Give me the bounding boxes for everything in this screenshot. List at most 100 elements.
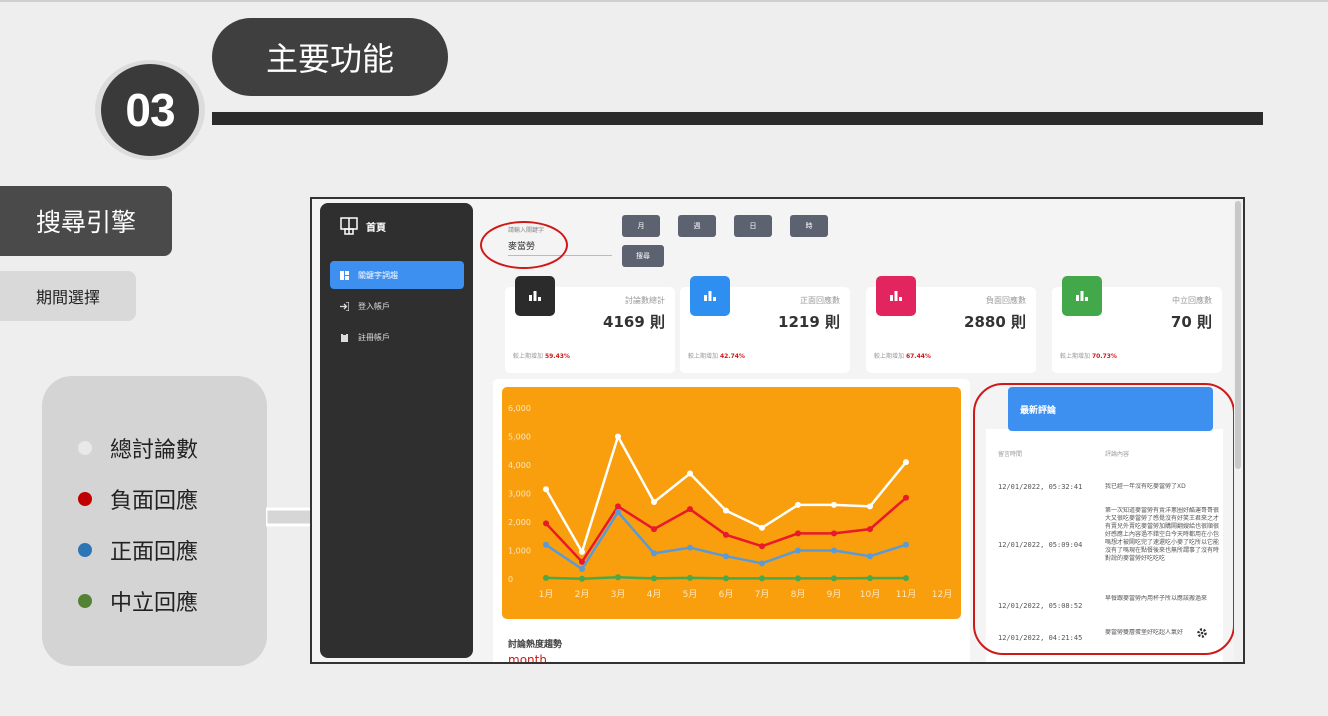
- sidebar-item-login[interactable]: 登入帳戶: [330, 292, 464, 320]
- legend-dot-icon: [78, 441, 92, 455]
- nav-period-select[interactable]: 期間選擇: [0, 271, 136, 321]
- data-point: [759, 560, 765, 567]
- data-point: [723, 507, 729, 514]
- data-point: [867, 553, 873, 560]
- x-tick-label: 1月: [539, 589, 554, 600]
- data-point: [615, 503, 621, 510]
- legend-dot-icon: [78, 594, 92, 608]
- stat-card-total: 討論數總計 4169 則 較上期增加 59.43%: [505, 276, 675, 373]
- stat-value: 4169 則: [603, 313, 665, 331]
- trend-line-chart: 0 1,000 2,000 3,000 4,000 5,000 6,000 1月 2月 3月 4月 5…: [508, 404, 952, 600]
- data-point: [687, 574, 693, 581]
- data-point: [687, 544, 693, 551]
- legend-panel: 總討論數 負面回應 正面回應 中立回應: [42, 376, 267, 666]
- data-point: [867, 503, 873, 510]
- legend-label: 中立回應: [110, 591, 199, 616]
- stat-footer: 較上期增加 59.43%: [513, 353, 570, 360]
- y-tick-label: 0: [508, 575, 513, 584]
- title-underline: [212, 112, 1263, 125]
- data-point: [723, 553, 729, 560]
- data-point: [759, 575, 765, 582]
- section-number: 03: [101, 64, 199, 156]
- stat-card-positive: 正面回應數 1219 則 較上期增加 42.74%: [680, 276, 850, 373]
- sidebar-item-label: 關鍵字詞趨: [358, 270, 398, 280]
- legend-item-positive: 正面回應: [78, 534, 198, 566]
- stat-card-neutral: 中立回應數 70 則 較上期增加 70.73%: [1052, 276, 1222, 373]
- brand-label: 首頁: [366, 222, 386, 234]
- data-point: [759, 543, 765, 550]
- legend-dot-icon: [78, 543, 92, 557]
- chart-caption: 討論熱度趨勢: [508, 640, 563, 650]
- nav-search-engine[interactable]: 搜尋引擎: [0, 186, 172, 256]
- period-day-button[interactable]: 日: [734, 215, 772, 237]
- search-button[interactable]: 搜尋: [622, 245, 664, 267]
- data-point: [795, 530, 801, 537]
- brand[interactable]: 首頁: [340, 217, 386, 235]
- data-point: [651, 550, 657, 557]
- data-point: [759, 524, 765, 531]
- data-point: [615, 574, 621, 581]
- dashboard-screenshot: 首頁 關鍵字詞趨 登入帳戶 註冊帳戶 請輸入關鍵字 麥當勞 月 週 日 時 搜尋…: [310, 197, 1245, 664]
- data-point: [903, 459, 909, 466]
- stat-title: 負面回應數: [986, 296, 1026, 305]
- x-tick-label: 3月: [611, 589, 626, 600]
- x-tick-label: 5月: [683, 589, 698, 600]
- period-week-button[interactable]: 週: [678, 215, 716, 237]
- x-tick-label: 12月: [932, 589, 952, 600]
- data-point: [579, 575, 585, 582]
- sidebar-item-register[interactable]: 註冊帳戶: [330, 323, 464, 351]
- data-point: [543, 541, 549, 548]
- data-point: [831, 501, 837, 508]
- logo-icon: [340, 217, 358, 235]
- chart-area: 0 1,000 2,000 3,000 4,000 5,000 6,000 1月 2月 3月 4月 5…: [502, 387, 961, 619]
- data-point: [831, 575, 837, 582]
- data-point: [903, 541, 909, 548]
- scrollbar[interactable]: [1234, 199, 1242, 662]
- stat-title: 正面回應數: [800, 296, 840, 305]
- data-point: [723, 575, 729, 582]
- legend-dot-icon: [78, 492, 92, 506]
- y-tick-label: 4,000: [508, 461, 531, 470]
- stat-title: 討論數總計: [625, 296, 665, 305]
- sidebar-item-label: 註冊帳戶: [358, 332, 390, 342]
- legend-item-total: 總討論數: [78, 432, 198, 464]
- stat-footer: 較上期增加 70.73%: [1060, 353, 1117, 360]
- data-point: [579, 548, 585, 555]
- legend-label: 總討論數: [110, 438, 199, 463]
- data-point: [867, 575, 873, 582]
- y-tick-label: 3,000: [508, 490, 531, 499]
- data-point: [615, 509, 621, 516]
- register-icon: [341, 332, 348, 342]
- data-point: [543, 574, 549, 581]
- y-tick-label: 6,000: [508, 404, 531, 413]
- x-tick-label: 4月: [647, 589, 662, 600]
- stat-footer: 較上期增加 42.74%: [688, 353, 745, 360]
- stat-footer: 較上期增加 67.44%: [874, 353, 931, 360]
- data-point: [543, 520, 549, 527]
- x-tick-label: 6月: [719, 589, 734, 600]
- data-point: [795, 575, 801, 582]
- data-point: [651, 499, 657, 506]
- data-point: [795, 501, 801, 508]
- stat-value: 70 則: [1170, 313, 1212, 331]
- app-sidebar: 首頁 關鍵字詞趨 登入帳戶 註冊帳戶: [320, 203, 473, 658]
- data-point: [831, 547, 837, 554]
- data-point: [651, 575, 657, 582]
- data-point: [615, 433, 621, 440]
- scrollbar-thumb[interactable]: [1235, 201, 1241, 469]
- period-hour-button[interactable]: 時: [790, 215, 828, 237]
- data-point: [903, 494, 909, 501]
- bar-chart-icon: [515, 276, 555, 316]
- x-tick-label: 10月: [860, 589, 880, 600]
- dashboard-icon: [340, 270, 349, 280]
- stat-value: 2880 則: [964, 313, 1026, 331]
- highlight-circle-search: [480, 221, 568, 269]
- period-month-button[interactable]: 月: [622, 215, 660, 237]
- data-point: [867, 526, 873, 533]
- x-tick-label: 2月: [575, 589, 590, 600]
- data-point: [579, 566, 585, 573]
- stat-card-negative: 負面回應數 2880 則 較上期增加 67.44%: [866, 276, 1036, 373]
- sidebar-item-keywords[interactable]: 關鍵字詞趨: [330, 261, 464, 289]
- slide-title: 主要功能: [212, 18, 448, 96]
- highlight-box-reviews: [973, 383, 1235, 655]
